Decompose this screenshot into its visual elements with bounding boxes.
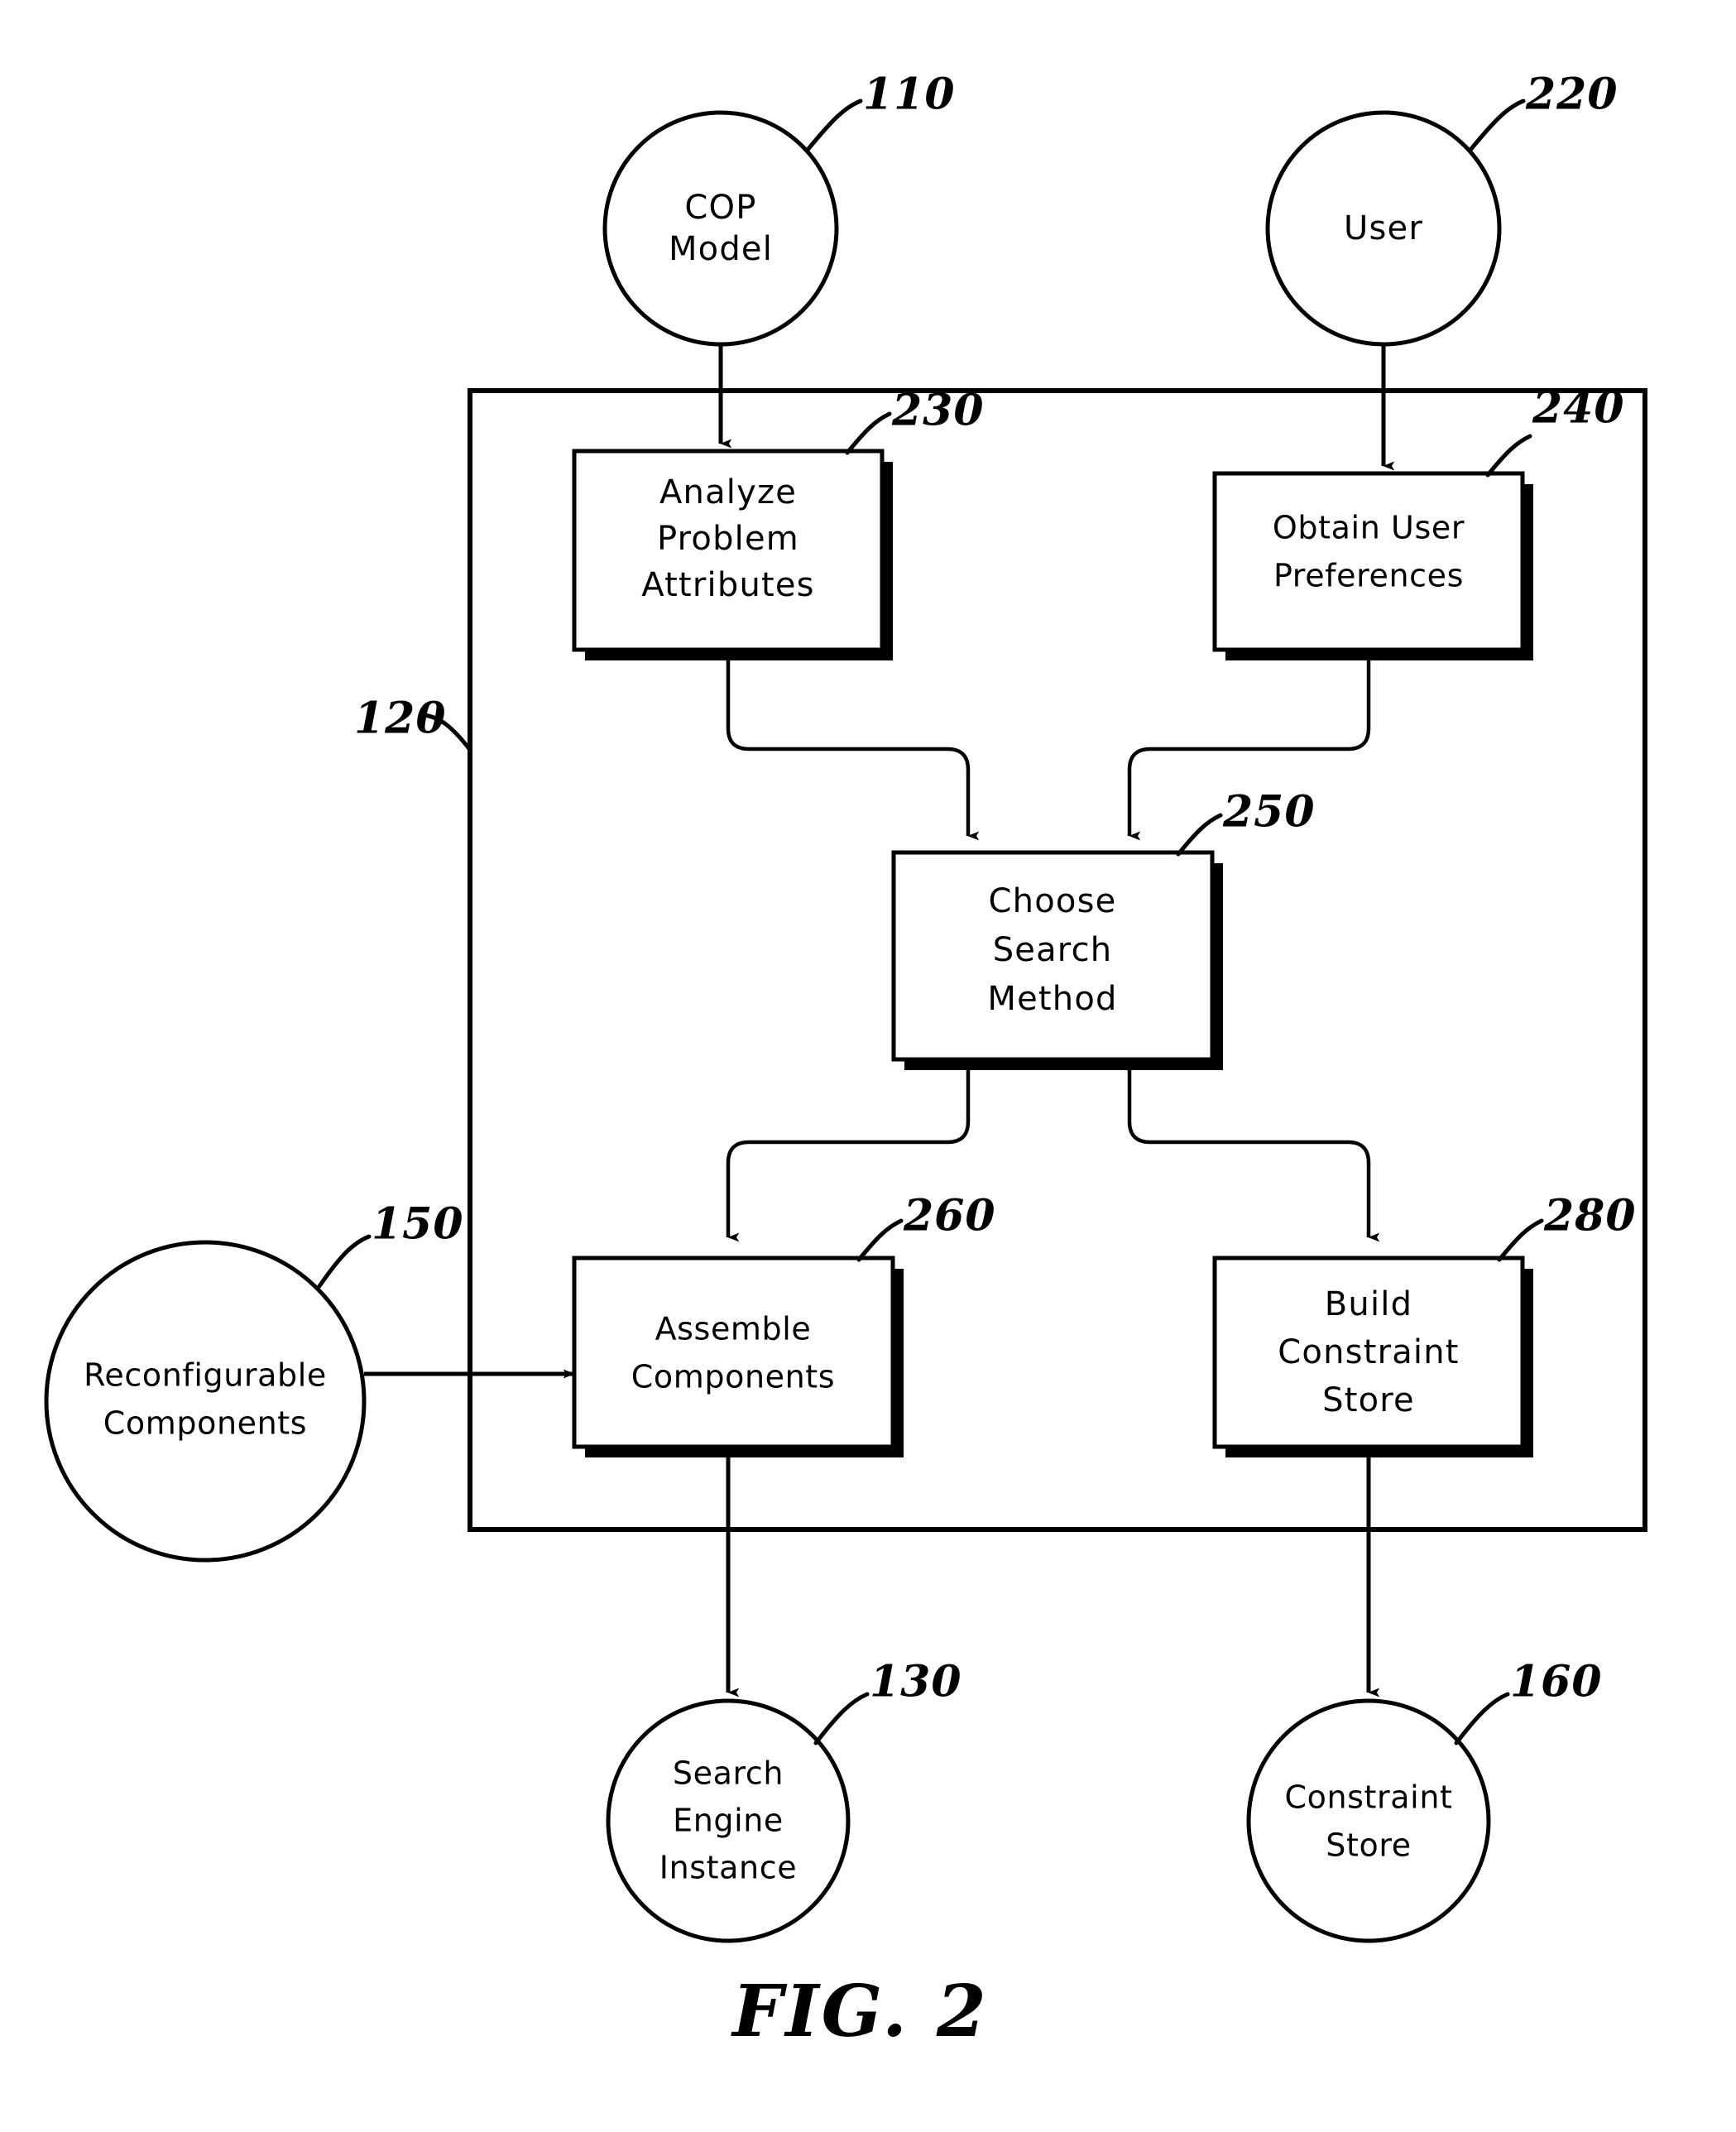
ref-leader-130: 130: [813, 1657, 962, 1745]
node-label-user: User: [1344, 209, 1423, 247]
ref-number-130: 130: [870, 1657, 962, 1707]
ref-number-150: 150: [372, 1199, 464, 1250]
node-reconfigurable-components: Reconfigurable Components: [44, 1240, 372, 1566]
node-analyze-problem-attributes: Analyze Problem Attributes: [572, 449, 893, 660]
node-label-analyze-line2: Problem: [657, 520, 799, 558]
ref-leader-220: 220: [1468, 70, 1619, 152]
ref-number-280: 280: [1543, 1191, 1637, 1241]
node-label-assemble-line2: Components: [631, 1359, 835, 1395]
node-obtain-user-preferences: Obtain User Preferences: [1212, 471, 1533, 660]
node-label-obtain-line1: Obtain User: [1273, 510, 1465, 546]
ref-leader-230: 230: [845, 386, 985, 455]
ref-number-240: 240: [1532, 383, 1625, 434]
node-assemble-components: Assemble Components: [572, 1256, 904, 1457]
flowchart-diagram: COP Model 110 User 220 Analyze Problem A…: [44, 70, 1647, 2053]
node-label-cop-model-line2: Model: [669, 230, 773, 268]
connector-choose-to-build-constraint-store: [1127, 1070, 1380, 1242]
node-label-reconfig-line1: Reconfigurable: [84, 1357, 327, 1394]
node-label-reconfig-line2: Components: [103, 1405, 307, 1442]
ref-leader-240: 240: [1485, 383, 1625, 478]
node-label-search-engine-line1: Search: [673, 1755, 784, 1792]
ref-leader-160: 160: [1454, 1657, 1603, 1745]
ref-leader-280: 280: [1497, 1191, 1637, 1262]
node-label-search-engine-line2: Engine: [673, 1803, 784, 1839]
node-label-analyze-line1: Analyze: [659, 473, 797, 511]
node-label-choose-line2: Search: [993, 931, 1113, 969]
node-label-assemble-line1: Assemble: [655, 1311, 812, 1347]
node-label-constraint-store-line1: Constraint: [1284, 1779, 1452, 1816]
ref-leader-250: 250: [1176, 787, 1316, 857]
node-label-choose-line1: Choose: [989, 882, 1117, 920]
ref-number-120: 120: [354, 694, 447, 744]
node-label-constraint-store-line2: Store: [1326, 1827, 1411, 1864]
ref-number-230: 230: [891, 386, 985, 436]
ref-number-160: 160: [1510, 1657, 1603, 1707]
connector-analyze-to-choose: [726, 660, 980, 841]
ref-leader-260: 260: [856, 1191, 996, 1262]
ref-leader-150: 150: [317, 1199, 464, 1289]
ref-leader-110: 110: [805, 70, 956, 152]
node-label-obtain-line2: Preferences: [1273, 558, 1464, 594]
ref-number-110: 110: [863, 70, 956, 120]
node-label-choose-line3: Method: [987, 980, 1117, 1018]
node-label-build-line3: Store: [1322, 1381, 1415, 1419]
ref-leader-120: 120: [354, 694, 472, 752]
node-label-build-line2: Constraint: [1278, 1333, 1459, 1371]
node-label-build-line1: Build: [1325, 1285, 1412, 1323]
ref-number-260: 260: [903, 1191, 996, 1241]
ref-number-220: 220: [1525, 70, 1619, 120]
node-label-analyze-line3: Attributes: [641, 566, 814, 604]
ref-number-250: 250: [1222, 787, 1316, 838]
node-label-search-engine-line3: Instance: [659, 1850, 797, 1886]
node-label-cop-model-line1: COP: [684, 189, 756, 227]
node-build-constraint-store: Build Constraint Store: [1212, 1256, 1533, 1457]
figure-caption: FIG. 2: [730, 1970, 988, 2053]
node-choose-search-method: Choose Search Method: [891, 850, 1223, 1070]
patent-figure-2: COP Model 110 User 220 Analyze Problem A…: [0, 0, 1736, 2132]
